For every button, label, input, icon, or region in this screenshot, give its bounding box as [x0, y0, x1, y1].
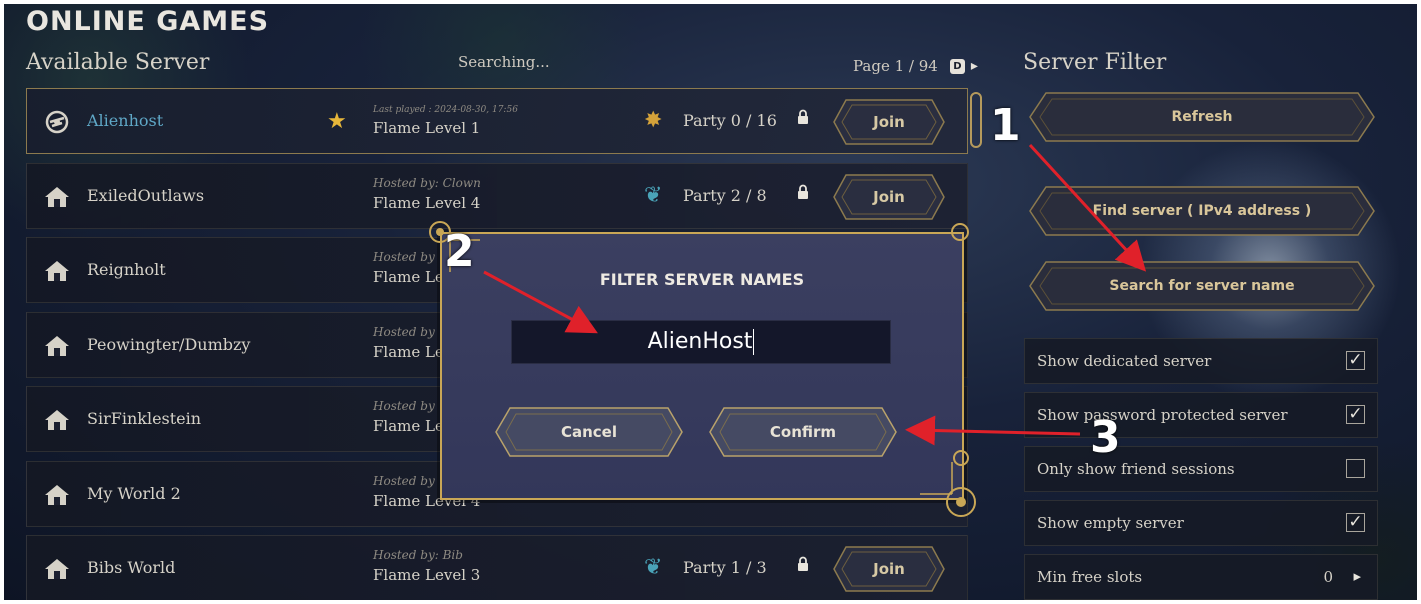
page-title: ONLINE GAMES — [26, 6, 270, 37]
flame-level: Flame Level 1 — [373, 119, 481, 137]
flame-level: Flame Level 3 — [373, 566, 481, 584]
server-name: Alienhost — [87, 111, 164, 130]
server-name-input[interactable]: AlienHost — [511, 320, 891, 364]
annotation-step-3: 3 — [1090, 412, 1121, 463]
chevron-right-icon[interactable]: ▸ — [971, 58, 978, 74]
party-count: Party 0 / 16 — [683, 111, 777, 130]
last-played: Last played : 2024-08-30, 17:56 — [373, 105, 518, 115]
join-button[interactable]: Join — [832, 97, 946, 147]
sun-sigil-icon: ✸ — [644, 108, 663, 133]
server-row-alienhost[interactable]: Alienhost ★ Last played : 2024-08-30, 17… — [26, 88, 968, 154]
option-min-free-slots[interactable]: Min free slots 0 ▸ — [1024, 554, 1378, 600]
dialog-title: FILTER SERVER NAMES — [599, 270, 805, 289]
feather-icon: ❦ — [644, 555, 663, 580]
host-name: Hosted by — [373, 250, 435, 264]
server-row-exiledoutlaws[interactable]: ExiledOutlaws Hosted by: Clown Flame Lev… — [26, 163, 968, 229]
house-icon — [43, 184, 71, 210]
house-icon — [43, 556, 71, 582]
pagination[interactable]: Page 1 / 94 D ▸ — [853, 57, 978, 75]
option-show-password-protected[interactable]: Show password protected server ✓ — [1024, 392, 1378, 438]
feather-icon: ❦ — [644, 183, 663, 208]
server-name: ExiledOutlaws — [87, 186, 205, 205]
join-button[interactable]: Join — [832, 544, 946, 594]
search-server-name-button[interactable]: Search for server name — [1028, 259, 1376, 313]
option-friend-sessions[interactable]: Only show friend sessions — [1024, 446, 1378, 492]
flame-level: Flame Le — [373, 268, 444, 286]
list-scrollbar[interactable] — [970, 92, 982, 148]
min-free-slots-value: 0 — [1323, 568, 1333, 586]
checkbox-unchecked[interactable] — [1346, 459, 1365, 478]
favorite-star-icon[interactable]: ★ — [327, 109, 347, 134]
server-row-bibs-world[interactable]: Bibs World Hosted by: Bib Flame Level 3 … — [26, 535, 968, 601]
section-title-server-filter: Server Filter — [1023, 50, 1167, 75]
annotation-step-1: 1 — [990, 100, 1021, 151]
checkbox-checked[interactable]: ✓ — [1346, 351, 1365, 370]
refresh-button[interactable]: Refresh — [1028, 90, 1376, 144]
dedicated-server-icon — [43, 109, 71, 135]
flame-level: Flame Le — [373, 343, 444, 361]
option-show-empty[interactable]: Show empty server ✓ — [1024, 500, 1378, 546]
server-name: Bibs World — [87, 558, 176, 577]
server-name: Reignholt — [87, 260, 166, 279]
join-button[interactable]: Join — [832, 172, 946, 222]
host-name: Hosted by — [373, 474, 435, 488]
chevron-right-icon[interactable]: ▸ — [1353, 567, 1361, 585]
checkbox-checked[interactable]: ✓ — [1346, 513, 1365, 532]
flame-level: Flame Le — [373, 417, 444, 435]
page-label: Page 1 / 94 — [853, 57, 938, 75]
text-caret — [753, 329, 755, 355]
option-show-dedicated[interactable]: Show dedicated server ✓ — [1024, 338, 1378, 384]
lock-icon — [798, 109, 808, 124]
house-icon — [43, 407, 71, 433]
filter-server-names-dialog: FILTER SERVER NAMES AlienHost Cancel Con… — [440, 232, 964, 500]
checkbox-checked[interactable]: ✓ — [1346, 405, 1365, 424]
host-name: Hosted by — [373, 399, 435, 413]
lock-icon — [798, 184, 808, 199]
host-name: Hosted by: Bib — [373, 548, 463, 562]
annotation-step-2: 2 — [444, 226, 475, 277]
house-icon — [43, 333, 71, 359]
party-count: Party 1 / 3 — [683, 558, 767, 577]
server-name: My World 2 — [87, 484, 181, 503]
next-page-key-hint: D — [949, 58, 965, 74]
find-server-ip-button[interactable]: Find server ( IPv4 address ) — [1028, 184, 1376, 238]
party-count: Party 2 / 8 — [683, 186, 767, 205]
house-icon — [43, 482, 71, 508]
search-status: Searching... — [458, 53, 550, 71]
cancel-button[interactable]: Cancel — [494, 404, 684, 460]
lock-icon — [798, 556, 808, 571]
host-name: Hosted by — [373, 325, 435, 339]
flame-level: Flame Level 4 — [373, 194, 481, 212]
house-icon — [43, 258, 71, 284]
section-title-available-server: Available Server — [26, 50, 210, 75]
confirm-button[interactable]: Confirm — [708, 404, 898, 460]
server-name: Peowingter/Dumbzy — [87, 335, 251, 354]
server-name: SirFinklestein — [87, 409, 202, 428]
host-name: Hosted by: Clown — [373, 176, 481, 190]
